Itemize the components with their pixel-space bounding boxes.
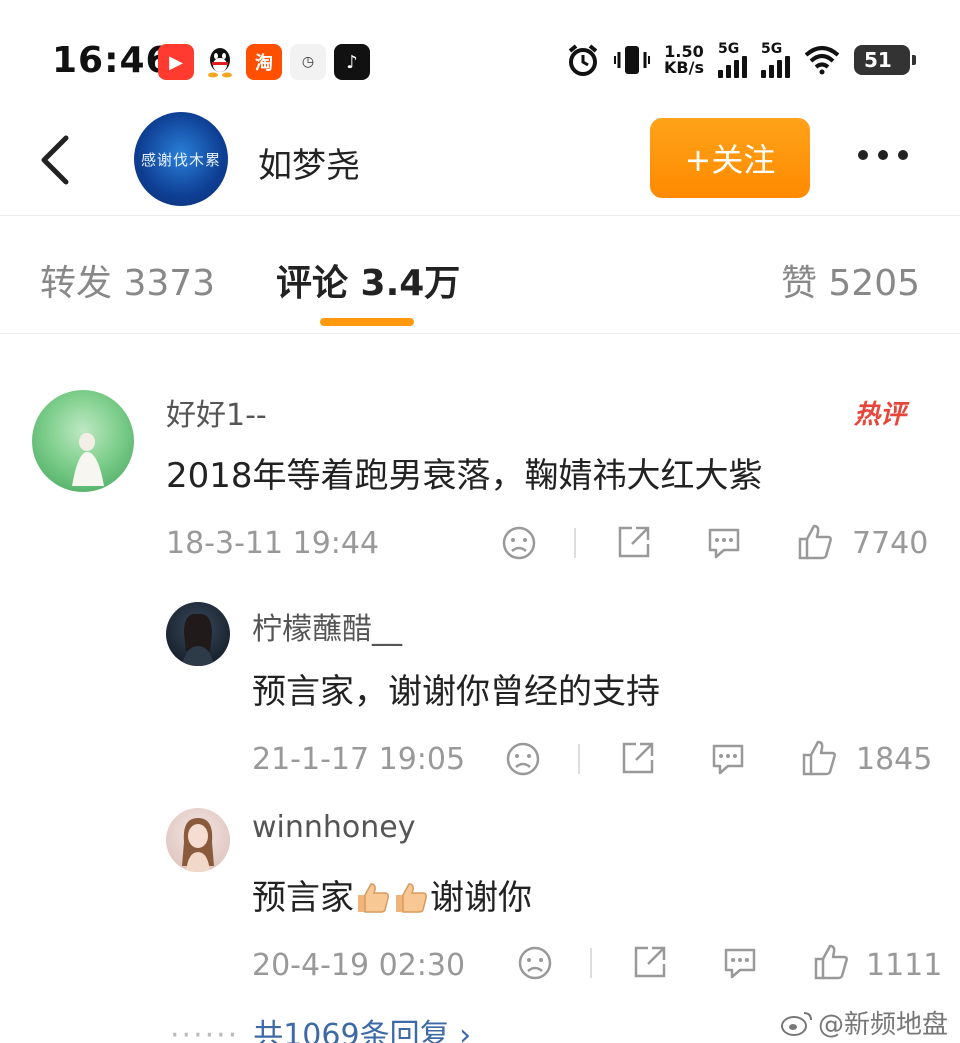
- reply-icon[interactable]: [704, 524, 744, 562]
- like-icon[interactable]: [812, 942, 850, 982]
- comment-text: 2018年等着跑男衰落，鞠婧祎大红大紫: [166, 456, 763, 496]
- dislike-face-icon[interactable]: [516, 944, 554, 982]
- thumbs-up-emoji-icon: [358, 883, 389, 913]
- comment-username[interactable]: 好好1--: [166, 390, 267, 434]
- comment-username[interactable]: 柠檬蘸醋__: [252, 604, 402, 648]
- signal-bars-icon: [718, 56, 747, 78]
- dotted-separator: ······: [170, 1018, 240, 1043]
- vibrate-icon: [614, 46, 651, 74]
- share-icon[interactable]: [618, 738, 658, 778]
- hot-comment-badge: 热评: [854, 400, 907, 430]
- status-bar: 16:46 ▶ 淘 ◷ ♪ 1.50 KB/s 5G 5G 51: [0, 0, 960, 110]
- author-avatar[interactable]: 感谢伐木累: [134, 112, 228, 206]
- active-tab-indicator: [320, 318, 414, 326]
- watermark: @新频地盘: [780, 1004, 948, 1041]
- battery-indicator: 51: [854, 45, 916, 75]
- tab-likes[interactable]: 赞 5205: [781, 254, 920, 306]
- reply-icon[interactable]: [708, 740, 748, 778]
- dislike-face-icon[interactable]: [500, 524, 538, 562]
- sim1-label: 5G: [718, 41, 740, 57]
- signal-sim2: 5G: [761, 42, 790, 78]
- sim2-label: 5G: [761, 41, 783, 57]
- comment-username[interactable]: winnhoney: [252, 810, 416, 845]
- comment-text: 预言家 谢谢你: [252, 870, 532, 919]
- avatar[interactable]: [32, 390, 134, 492]
- chevron-right-icon: ›: [459, 1018, 472, 1043]
- video-app-icon: ▶: [158, 44, 194, 80]
- comment-text-part: 预言家: [252, 878, 354, 918]
- divider: [574, 528, 576, 558]
- replies-count-label: 共1069条回复: [253, 1018, 450, 1043]
- tab-bar: 转发 3373 评论 3.4万 赞 5205: [0, 216, 960, 334]
- alarm-icon: [568, 44, 598, 76]
- share-icon[interactable]: [614, 522, 654, 562]
- clock-app-icon: ◷: [290, 44, 326, 80]
- comment-text: 预言家，谢谢你曾经的支持: [252, 672, 660, 712]
- comment-timestamp: 21-1-17 19:05: [252, 742, 466, 777]
- dislike-face-icon[interactable]: [504, 740, 542, 778]
- tab-repost[interactable]: 转发 3373: [40, 254, 215, 306]
- reply-icon[interactable]: [720, 944, 760, 982]
- status-time: 16:46: [52, 40, 172, 81]
- weibo-logo-icon: [780, 1011, 812, 1036]
- like-count: 1111: [866, 948, 943, 983]
- like-count: 7740: [852, 526, 929, 561]
- like-icon[interactable]: [796, 522, 834, 562]
- notification-icons: ▶ 淘 ◷ ♪: [158, 44, 370, 80]
- profile-header: 感谢伐木累 如梦尧 +关注: [0, 110, 960, 216]
- watermark-text: @新频地盘: [817, 1010, 948, 1040]
- tiktok-icon: ♪: [334, 44, 370, 80]
- divider: [590, 948, 592, 978]
- like-count: 1845: [856, 742, 933, 777]
- divider: [578, 744, 580, 774]
- tab-comments[interactable]: 评论 3.4万: [276, 254, 460, 306]
- more-options-icon[interactable]: [858, 150, 908, 160]
- back-arrow-icon[interactable]: [34, 132, 74, 188]
- comment-timestamp: 20-4-19 02:30: [252, 948, 466, 983]
- like-icon[interactable]: [800, 738, 838, 778]
- qq-icon: [202, 44, 238, 80]
- wifi-icon: [804, 46, 840, 75]
- view-replies-link[interactable]: ······ 共1069条回复 ›: [170, 1010, 471, 1043]
- signal-sim1: 5G: [718, 42, 747, 78]
- comment-text-part: 谢谢你: [430, 878, 532, 918]
- system-icons: 1.50 KB/s 5G 5G 51: [566, 42, 916, 78]
- comment-timestamp: 18-3-11 19:44: [166, 526, 380, 561]
- avatar[interactable]: [166, 602, 230, 666]
- network-speed-unit: KB/s: [664, 58, 704, 77]
- taobao-icon: 淘: [246, 44, 282, 80]
- share-icon[interactable]: [630, 942, 670, 982]
- author-name[interactable]: 如梦尧: [258, 138, 360, 187]
- network-speed: 1.50 KB/s: [664, 44, 704, 76]
- signal-bars-icon: [761, 56, 790, 78]
- avatar[interactable]: [166, 808, 230, 872]
- thumbs-up-emoji-icon: [396, 883, 427, 913]
- follow-button[interactable]: +关注: [650, 118, 810, 198]
